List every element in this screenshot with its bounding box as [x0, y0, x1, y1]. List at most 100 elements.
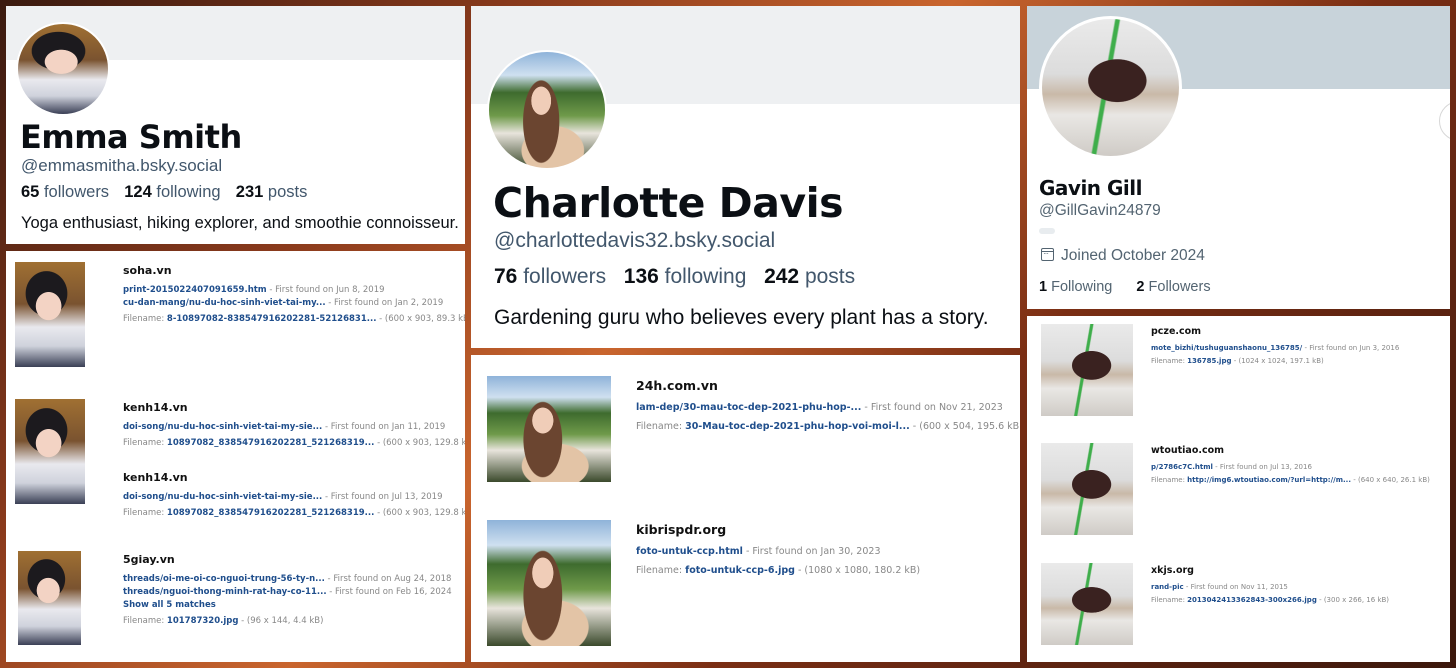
- file-meta: - (600 x 903, 89.3 kB): [379, 314, 465, 324]
- filename-link[interactable]: 8-10897082-838547916202281-52126831...: [167, 314, 377, 324]
- first-found-date: Jul 13, 2019: [391, 492, 443, 502]
- result-thumbnail[interactable]: [1041, 563, 1133, 645]
- avatar[interactable]: [16, 22, 110, 116]
- gavin-image-search-results: pcze.com mote_bizhi/tushuguanshaonu_1367…: [1027, 316, 1450, 662]
- following-label: following: [664, 265, 747, 288]
- result-site: kenh14.vn: [123, 401, 188, 414]
- filename-label: Filename:: [636, 421, 683, 432]
- result-item: 24h.com.vn lam-dep/30-mau-toc-dep-2021-p…: [636, 378, 1020, 434]
- followers-count: 2: [1136, 279, 1145, 295]
- filename-link[interactable]: 136785.jpg: [1187, 357, 1231, 365]
- match-link[interactable]: mote_bizhi/tushuguanshaonu_136785/: [1151, 344, 1302, 352]
- filename-label: Filename:: [123, 314, 165, 324]
- profile-name: Emma Smith: [20, 118, 242, 156]
- filename-line: Filename: foto-untuk-ccp-6.jpg - (1080 x…: [636, 564, 920, 578]
- result-site: kenh14.vn: [123, 471, 188, 484]
- match-link[interactable]: cu-dan-mang/nu-du-hoc-sinh-viet-tai-my..…: [123, 298, 326, 308]
- filename-link[interactable]: 101787320.jpg: [167, 616, 239, 626]
- followers-count: 65: [21, 183, 40, 201]
- file-meta: - (600 x 504, 195.6 kB): [912, 421, 1020, 432]
- result-thumbnail[interactable]: [15, 399, 85, 504]
- emma-image-search-results: soha.vn print-2015022407091659.htm - Fir…: [6, 251, 465, 662]
- posts-count: 242: [764, 265, 800, 288]
- filename-link[interactable]: 10897082_838547916202281_521268319...: [167, 508, 374, 518]
- show-all-matches-link[interactable]: Show all 5 matches: [123, 599, 452, 612]
- filename-line: Filename: 10897082_838547916202281_52126…: [123, 507, 465, 520]
- first-found-label: - First found on: [1215, 463, 1268, 471]
- posts-count-group: 231 posts: [236, 183, 308, 201]
- result-thumbnail[interactable]: [1041, 324, 1133, 416]
- match-link[interactable]: threads/oi-me-oi-co-nguoi-trung-56-ty-n.…: [123, 574, 325, 584]
- first-found-date: Nov 21, 2023: [938, 402, 1003, 413]
- filename-line: Filename: 136785.jpg - (1024 x 1024, 197…: [1151, 356, 1399, 367]
- file-meta: - (600 x 903, 129.8 kB): [377, 508, 465, 518]
- emma-profile-card: Emma Smith @emmasmitha.bsky.social 65 fo…: [6, 6, 465, 244]
- profile-stats: 65 followers 124 following 231 posts: [21, 183, 307, 202]
- match-link[interactable]: doi-song/nu-du-hoc-sinh-viet-tai-my-sie.…: [123, 492, 322, 502]
- first-found-label: - First found on: [324, 492, 389, 502]
- match-line: lam-dep/30-mau-toc-dep-2021-phu-hop-... …: [636, 401, 1020, 415]
- result-item: soha.vn print-2015022407091659.htm - Fir…: [123, 264, 465, 326]
- followers-count: 76: [494, 265, 518, 288]
- result-item: pcze.com mote_bizhi/tushuguanshaonu_1367…: [1151, 326, 1399, 367]
- match-link[interactable]: doi-song/nu-du-hoc-sinh-viet-tai-my-sie.…: [123, 422, 322, 432]
- followers-link[interactable]: 65 followers: [21, 183, 109, 201]
- match-link[interactable]: print-2015022407091659.htm: [123, 285, 267, 295]
- result-item: kenh14.vn doi-song/nu-du-hoc-sinh-viet-t…: [123, 471, 465, 520]
- filename-label: Filename:: [123, 508, 165, 518]
- following-count: 136: [623, 265, 659, 288]
- filename-label: Filename:: [636, 565, 683, 576]
- profile-bio: Yoga enthusiast, hiking explorer, and sm…: [21, 214, 459, 232]
- scroll-button[interactable]: [1439, 101, 1450, 141]
- match-line: print-2015022407091659.htm - First found…: [123, 284, 465, 297]
- result-thumbnail[interactable]: [487, 376, 611, 482]
- following-label: Following: [1051, 279, 1113, 295]
- file-meta: - (96 x 144, 4.4 kB): [241, 616, 324, 626]
- result-thumbnail[interactable]: [15, 262, 85, 367]
- match-line: threads/nguoi-thong-minh-rat-hay-co-11..…: [123, 586, 452, 599]
- followers-link[interactable]: 76 followers: [494, 265, 606, 288]
- result-thumbnail[interactable]: [487, 520, 611, 646]
- avatar[interactable]: [1039, 16, 1182, 159]
- posts-count: 231: [235, 183, 264, 201]
- filename-link[interactable]: http://img6.wtoutiao.com/?url=http://m..…: [1187, 476, 1351, 484]
- following-link[interactable]: 124 following: [124, 183, 220, 201]
- gavin-profile-card: Gavin Gill @GillGavin24879 Joined Octobe…: [1027, 6, 1450, 309]
- result-item: kenh14.vn doi-song/nu-du-hoc-sinh-viet-t…: [123, 401, 465, 450]
- following-count: 124: [124, 183, 152, 201]
- followers-link[interactable]: 2 Followers: [1136, 279, 1210, 295]
- first-found-date: Jan 2, 2019: [394, 298, 444, 308]
- result-site: pcze.com: [1151, 326, 1202, 337]
- file-meta: - (1080 x 1080, 180.2 kB): [797, 565, 921, 576]
- profile-stats: 1 Following 2 Followers: [1039, 279, 1211, 295]
- result-item: kibrispdr.org foto-untuk-ccp.html - Firs…: [636, 522, 920, 578]
- match-link[interactable]: lam-dep/30-mau-toc-dep-2021-phu-hop-...: [636, 402, 861, 413]
- filename-link[interactable]: 2013042413362843-300x266.jpg: [1187, 596, 1317, 604]
- posts-label: posts: [267, 183, 308, 201]
- first-found-date: Jan 30, 2023: [820, 546, 881, 557]
- result-thumbnail[interactable]: [1041, 443, 1133, 535]
- filename-line: Filename: 101787320.jpg - (96 x 144, 4.4…: [123, 615, 452, 628]
- first-found-label: - First found on: [1185, 583, 1239, 591]
- first-found-label: - First found on: [327, 574, 392, 584]
- filename-line: Filename: 8-10897082-838547916202281-521…: [123, 313, 465, 326]
- match-link[interactable]: p/2786c7C.html: [1151, 463, 1213, 471]
- file-meta: - (1024 x 1024, 197.1 kB): [1233, 357, 1324, 365]
- match-link[interactable]: threads/nguoi-thong-minh-rat-hay-co-11..…: [123, 587, 327, 597]
- followers-label: followers: [43, 183, 110, 201]
- match-link[interactable]: rand-pic: [1151, 583, 1184, 591]
- match-link[interactable]: foto-untuk-ccp.html: [636, 546, 743, 557]
- profile-handle: @charlottedavis32.bsky.social: [494, 229, 776, 252]
- result-thumbnail[interactable]: [18, 551, 81, 645]
- avatar[interactable]: [487, 50, 607, 170]
- filename-link[interactable]: foto-untuk-ccp-6.jpg: [685, 565, 795, 576]
- filename-link[interactable]: 30-Mau-toc-dep-2021-phu-hop-voi-moi-l...: [685, 421, 910, 432]
- first-found-label: - First found on: [745, 546, 818, 557]
- following-link[interactable]: 1 Following: [1039, 279, 1112, 295]
- filename-link[interactable]: 10897082_838547916202281_521268319...: [167, 438, 374, 448]
- first-found-date: Feb 16, 2024: [396, 587, 452, 597]
- posts-count-group: 242 posts: [764, 265, 855, 288]
- result-site: kibrispdr.org: [636, 522, 727, 537]
- match-line: doi-song/nu-du-hoc-sinh-viet-tai-my-sie.…: [123, 491, 465, 504]
- following-link[interactable]: 136 following: [624, 265, 747, 288]
